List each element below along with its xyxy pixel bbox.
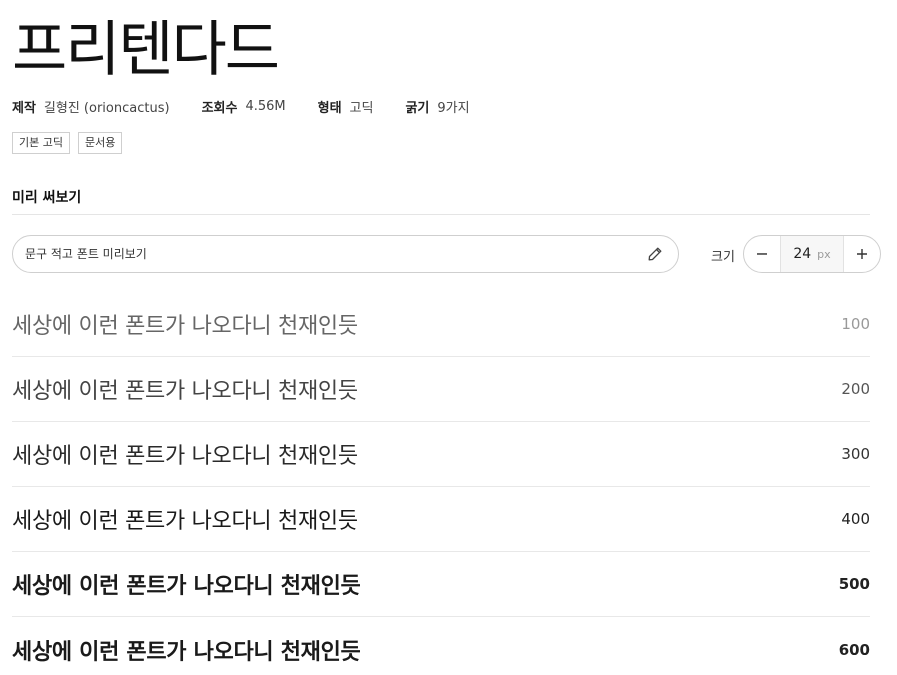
minus-icon (756, 244, 768, 265)
font-detail-page: 프리텐다드 제작 길형진 (orioncactus) 조회수 4.56M 형태 … (0, 0, 897, 675)
meta-style: 형태 고딕 (318, 97, 374, 116)
weight-row-600: 세상에 이런 폰트가 나오다니 천재인듯 600 (12, 617, 870, 675)
meta-weights: 굵기 9가지 (405, 97, 469, 116)
weight-sample-text: 세상에 이런 폰트가 나오다니 천재인듯 (12, 379, 358, 404)
weight-row-100: 세상에 이런 폰트가 나오다니 천재인듯 100 (12, 292, 870, 357)
preview-text-input[interactable] (25, 247, 646, 261)
meta-views-value: 4.56M (245, 98, 286, 114)
tag-list: 기본 고딕 문서용 (12, 132, 130, 154)
preview-input-container[interactable] (12, 235, 679, 273)
weight-row-300: 세상에 이런 폰트가 나오다니 천재인듯 300 (12, 422, 870, 487)
size-label: 크기 (711, 250, 735, 265)
weight-sample-text: 세상에 이런 폰트가 나오다니 천재인듯 (12, 509, 358, 534)
weight-row-200: 세상에 이런 폰트가 나오다니 천재인듯 200 (12, 357, 870, 422)
weight-value: 400 (841, 510, 870, 528)
tag-document[interactable]: 문서용 (77, 132, 123, 154)
weight-value: 500 (838, 575, 870, 593)
weight-row-400: 세상에 이런 폰트가 나오다니 천재인듯 400 (12, 487, 870, 552)
font-meta: 제작 길형진 (orioncactus) 조회수 4.56M 형태 고딕 굵기 … (12, 96, 502, 116)
weight-value: 300 (841, 445, 870, 463)
weight-row-500: 세상에 이런 폰트가 나오다니 천재인듯 500 (12, 552, 870, 617)
tag-basic-gothic[interactable]: 기본 고딕 (12, 132, 70, 154)
meta-views: 조회수 4.56M (202, 97, 286, 116)
meta-views-key: 조회수 (201, 100, 238, 116)
weight-sample-text: 세상에 이런 폰트가 나오다니 천재인듯 (12, 314, 358, 339)
font-size-number: 24 (793, 246, 812, 262)
font-size-unit: px (817, 247, 831, 261)
weight-value: 600 (838, 640, 870, 659)
meta-style-key: 형태 (317, 100, 342, 116)
meta-weights-key: 굵기 (405, 100, 430, 116)
weight-sample-text: 세상에 이런 폰트가 나오다니 천재인듯 (12, 639, 361, 665)
increase-size-button[interactable] (843, 236, 880, 272)
plus-icon (856, 244, 868, 265)
font-title: 프리텐다드 (12, 15, 280, 85)
font-size-value[interactable]: 24 px (781, 236, 843, 272)
decrease-size-button[interactable] (744, 236, 781, 272)
weight-value: 200 (841, 380, 870, 398)
meta-creator-key: 제작 (12, 100, 36, 116)
weight-preview-list: 세상에 이런 폰트가 나오다니 천재인듯 100 세상에 이런 폰트가 나오다니… (12, 292, 870, 675)
meta-creator-value: 길형진 (orioncactus) (43, 100, 170, 116)
meta-creator: 제작 길형진 (orioncactus) (12, 97, 170, 116)
meta-weights-value: 9가지 (437, 100, 470, 116)
pencil-icon[interactable] (646, 245, 664, 263)
weight-value: 100 (841, 315, 870, 333)
weight-sample-text: 세상에 이런 폰트가 나오다니 천재인듯 (12, 444, 358, 469)
preview-heading: 미리 써보기 (12, 190, 82, 206)
font-size-stepper: 24 px (743, 235, 881, 273)
weight-sample-text: 세상에 이런 폰트가 나오다니 천재인듯 (12, 574, 361, 599)
meta-style-value: 고딕 (349, 100, 374, 116)
preview-divider (12, 214, 870, 215)
